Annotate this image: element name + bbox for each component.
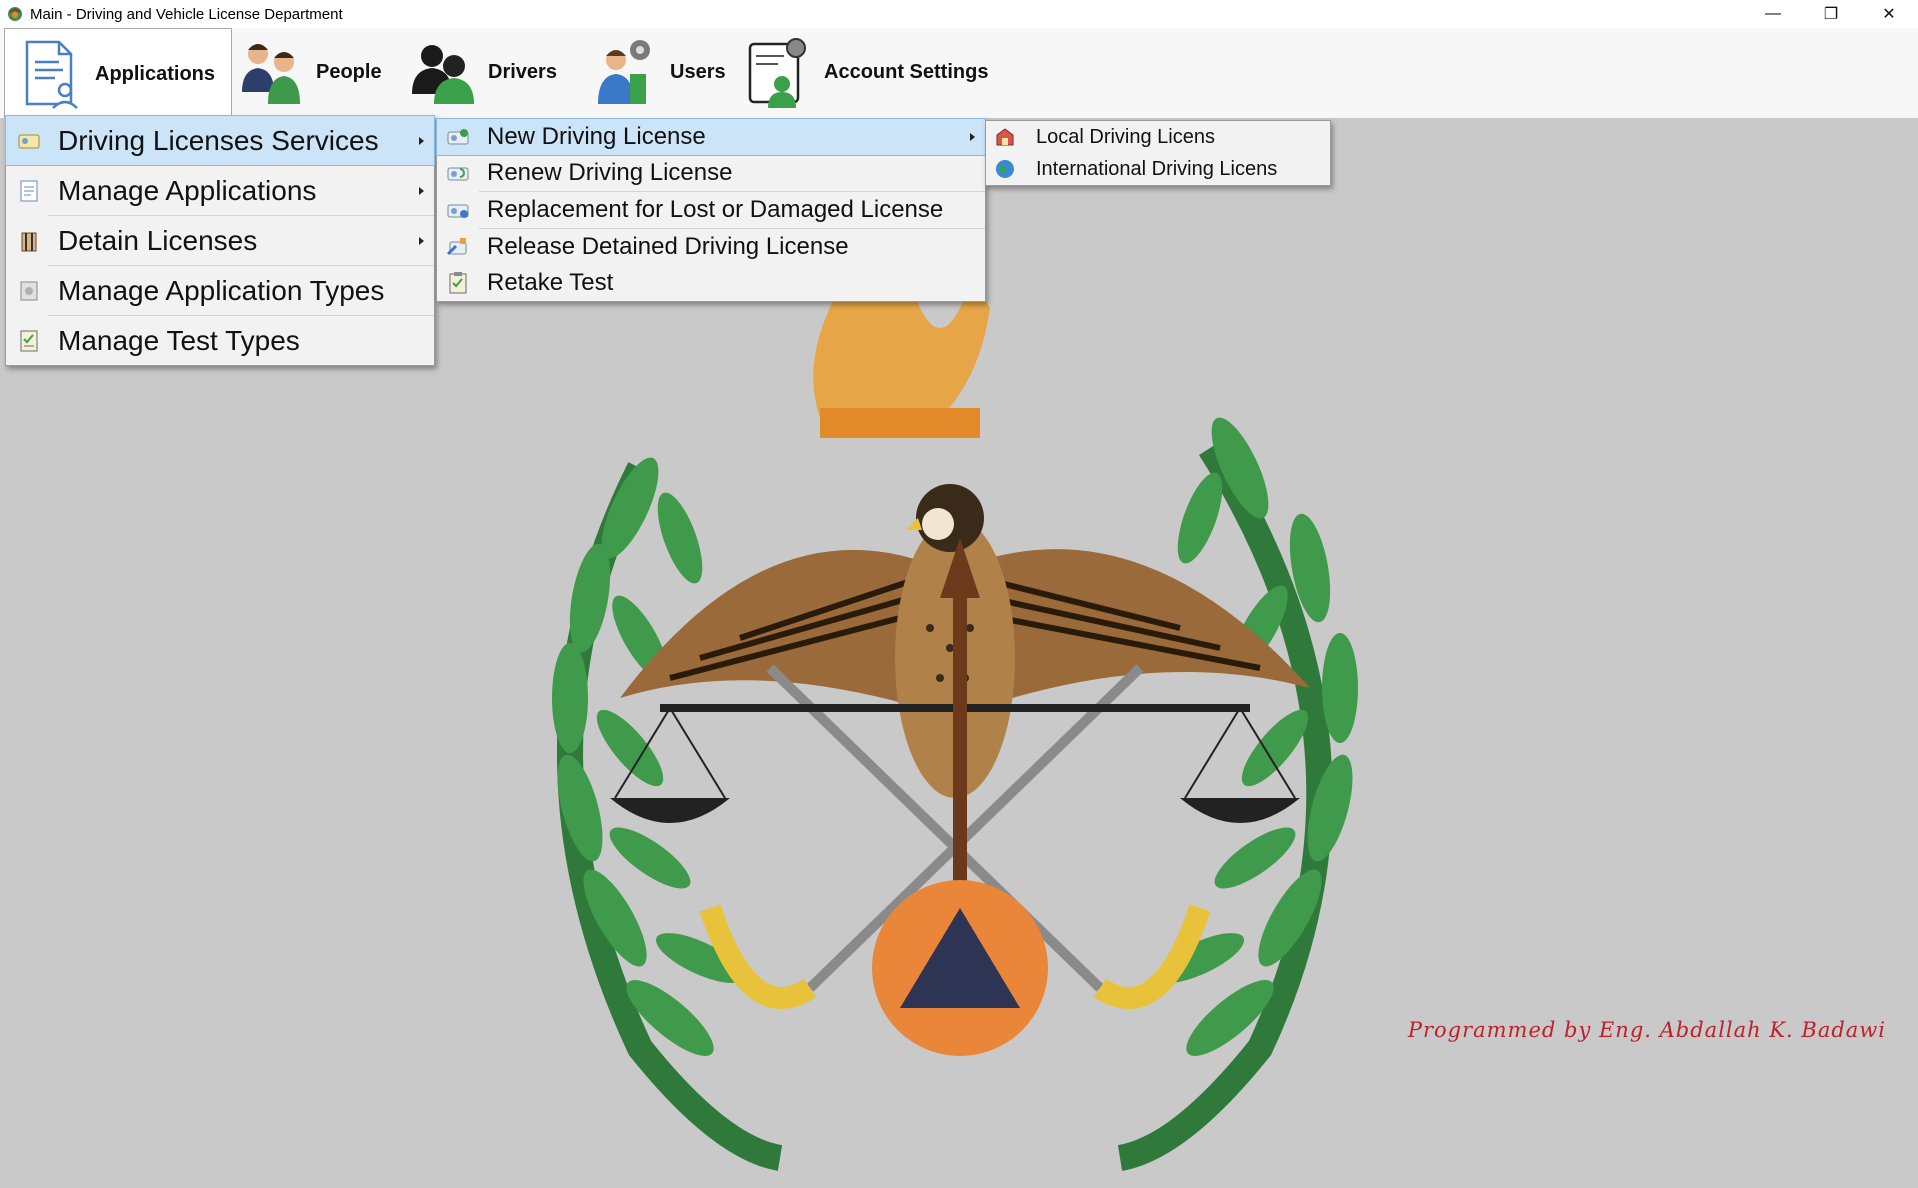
menu-people[interactable]: People — [236, 28, 396, 116]
submenu-arrow-icon — [970, 133, 975, 141]
menu-driving-licenses-services[interactable]: Driving Licenses Services — [5, 115, 435, 166]
menu-international-driving-license-label: International Driving Licens — [1036, 157, 1278, 180]
menu-users-label: Users — [670, 60, 726, 83]
detain-icon — [16, 228, 42, 254]
main-menu-strip: Applications People Drivers Users Accoun… — [0, 28, 1918, 119]
globe-icon — [992, 156, 1018, 182]
menu-retake-test-label: Retake Test — [487, 269, 614, 296]
menu-renew-driving-license-label: Renew Driving License — [487, 159, 733, 186]
title-bar: Main - Driving and Vehicle License Depar… — [0, 0, 1918, 28]
menu-manage-application-types-label: Manage Application Types — [58, 274, 385, 306]
menu-new-driving-license[interactable]: New Driving License — [436, 118, 986, 156]
menu-manage-applications-label: Manage Applications — [58, 174, 317, 206]
menu-manage-applications[interactable]: Manage Applications — [6, 166, 434, 215]
applications-list-icon — [16, 178, 42, 204]
users-settings-icon — [598, 40, 650, 104]
license-card-icon — [16, 128, 42, 154]
submenu-arrow-icon — [419, 186, 424, 195]
close-button[interactable]: ✕ — [1860, 0, 1918, 28]
driving-licenses-services-submenu: New Driving License Renew Driving Licens… — [436, 118, 986, 302]
menu-local-driving-license-label: Local Driving Licens — [1036, 125, 1215, 148]
window-title: Main - Driving and Vehicle License Depar… — [30, 5, 343, 23]
menu-local-driving-license[interactable]: Local Driving Licens — [986, 121, 1330, 153]
renew-license-icon — [445, 160, 471, 186]
people-group-icon — [242, 44, 300, 104]
restore-icon: ❐ — [1823, 6, 1839, 23]
menu-applications[interactable]: Applications — [4, 28, 232, 119]
menu-drivers-label: Drivers — [488, 60, 557, 83]
application-types-icon — [16, 278, 42, 304]
retake-test-icon — [445, 270, 471, 296]
new-driving-license-submenu: Local Driving Licens International Drivi… — [985, 120, 1331, 186]
submenu-arrow-icon — [419, 236, 424, 245]
minimize-button[interactable]: — — [1744, 0, 1802, 28]
menu-account-settings-label: Account Settings — [824, 60, 989, 83]
menu-detain-licenses-label: Detain Licenses — [58, 224, 258, 256]
menu-replacement-license[interactable]: Replacement for Lost or Damaged License — [437, 192, 985, 228]
menu-retake-test[interactable]: Retake Test — [437, 265, 985, 301]
menu-people-label: People — [316, 60, 382, 83]
menu-new-driving-license-label: New Driving License — [487, 123, 706, 150]
applications-dropdown: Driving Licenses Services Manage Applica… — [5, 115, 435, 366]
department-emblem-logo — [552, 276, 1358, 1171]
menu-drivers[interactable]: Drivers — [408, 28, 568, 116]
app-emblem-icon — [8, 7, 22, 21]
menu-renew-driving-license[interactable]: Renew Driving License — [437, 155, 985, 191]
menu-manage-test-types-label: Manage Test Types — [58, 324, 300, 356]
menu-international-driving-license[interactable]: International Driving Licens — [986, 153, 1330, 185]
applications-document-icon — [25, 40, 78, 109]
menu-manage-application-types[interactable]: Manage Application Types — [6, 266, 434, 315]
new-license-icon — [445, 124, 471, 150]
menu-driving-licenses-services-label: Driving Licenses Services — [58, 124, 379, 156]
submenu-arrow-icon — [419, 136, 424, 145]
account-settings-icon — [748, 38, 806, 108]
menu-users[interactable]: Users — [590, 28, 730, 116]
menu-applications-label: Applications — [95, 62, 216, 85]
restore-button[interactable]: ❐ — [1802, 0, 1860, 28]
replacement-license-icon — [445, 197, 471, 223]
close-icon: ✕ — [1882, 6, 1896, 23]
test-types-icon — [16, 328, 42, 354]
drivers-group-icon — [412, 45, 474, 104]
menu-replacement-license-label: Replacement for Lost or Damaged License — [487, 196, 944, 223]
local-license-icon — [992, 124, 1018, 150]
minimize-icon: — — [1765, 5, 1781, 22]
programmer-credit: Programmed by Eng. Abdallah K. Badawi — [1407, 1018, 1886, 1042]
menu-manage-test-types[interactable]: Manage Test Types — [6, 316, 434, 365]
menu-release-detained-license[interactable]: Release Detained Driving License — [437, 229, 985, 265]
menu-detain-licenses[interactable]: Detain Licenses — [6, 216, 434, 265]
release-license-icon — [445, 234, 471, 260]
menu-release-detained-license-label: Release Detained Driving License — [487, 233, 849, 260]
window-controls: — ❐ ✕ — [1744, 0, 1918, 28]
menu-account-settings[interactable]: Account Settings — [744, 28, 1004, 116]
